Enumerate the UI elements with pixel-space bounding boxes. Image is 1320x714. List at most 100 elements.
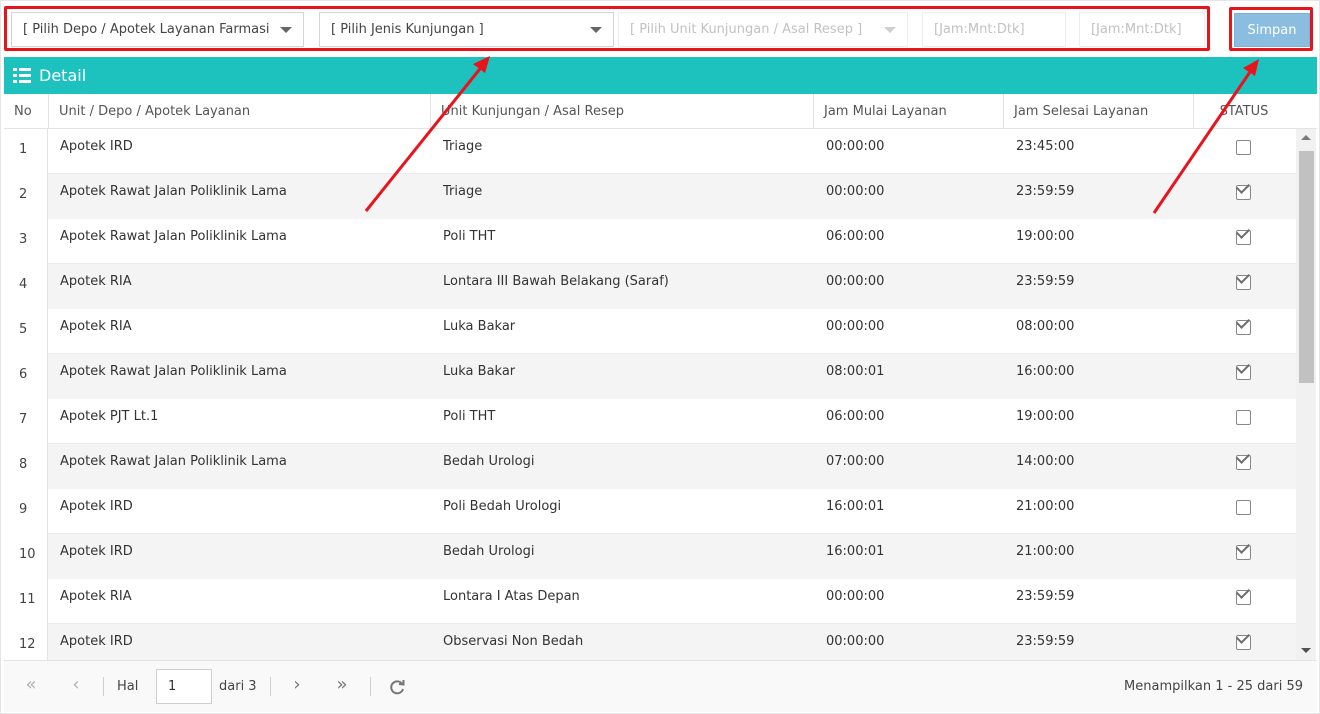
table-row[interactable]: 8 Apotek Rawat Jalan Poliklinik Lama Bed…: [4, 444, 1296, 489]
table-row[interactable]: 1 Apotek IRD Triage 00:00:00 23:45:00: [4, 129, 1296, 174]
chevron-down-icon: [280, 27, 292, 33]
row-cells: Apotek IRD Observasi Non Bedah 00:00:00 …: [48, 624, 1296, 660]
status-checkbox[interactable]: [1236, 455, 1251, 470]
cell-unit: Apotek IRD: [60, 634, 133, 649]
cell-kunjungan: Triage: [443, 184, 483, 199]
cell-unit: Apotek RIA: [60, 589, 132, 604]
cell-unit: Apotek IRD: [60, 499, 133, 514]
app-page: [ Pilih Depo / Apotek Layanan Farmasi ] …: [0, 0, 1320, 714]
row-number: 12: [4, 624, 48, 660]
table-row[interactable]: 10 Apotek IRD Bedah Urologi 16:00:01 21:…: [4, 534, 1296, 579]
detail-panel-header: Detail: [4, 57, 1317, 94]
cell-jam-selesai: 19:00:00: [1016, 229, 1075, 244]
status-checkbox[interactable]: [1236, 185, 1251, 200]
refresh-icon[interactable]: [388, 678, 406, 696]
cell-jam-mulai: 00:00:00: [826, 184, 885, 199]
cell-jam-selesai: 23:59:59: [1016, 274, 1075, 289]
row-cells: Apotek Rawat Jalan Poliklinik Lama Luka …: [48, 354, 1296, 399]
row-number: 7: [4, 399, 48, 444]
unit-kunjungan-value: [ Pilih Unit Kunjungan / Asal Resep ]: [630, 22, 863, 37]
row-number: 1: [4, 129, 48, 174]
table-row[interactable]: 2 Apotek Rawat Jalan Poliklinik Lama Tri…: [4, 174, 1296, 219]
col-header-status[interactable]: STATUS: [1194, 94, 1294, 129]
table-row[interactable]: 3 Apotek Rawat Jalan Poliklinik Lama Pol…: [4, 219, 1296, 264]
next-page-icon[interactable]: ›: [286, 675, 308, 697]
cell-kunjungan: Lontara I Atas Depan: [443, 589, 580, 604]
vertical-scrollbar[interactable]: [1296, 129, 1316, 660]
row-cells: Apotek RIA Lontara III Bawah Belakang (S…: [48, 264, 1296, 309]
row-cells: Apotek Rawat Jalan Poliklinik Lama Bedah…: [48, 444, 1296, 489]
cell-jam-selesai: 21:00:00: [1016, 499, 1075, 514]
table-row[interactable]: 12 Apotek IRD Observasi Non Bedah 00:00:…: [4, 624, 1296, 660]
cell-jam-selesai: 21:00:00: [1016, 544, 1075, 559]
row-cells: Apotek IRD Triage 00:00:00 23:45:00: [48, 129, 1296, 174]
cell-jam-selesai: 14:00:00: [1016, 454, 1075, 469]
status-checkbox[interactable]: [1236, 275, 1251, 290]
row-number: 10: [4, 534, 48, 579]
jam-selesai-input[interactable]: [Jam:Mnt:Dtk]: [1079, 12, 1205, 47]
pagination-bar: « ‹ Hal dari 3 › » Menampilkan 1 - 25 da…: [4, 660, 1317, 712]
jam-selesai-placeholder: [Jam:Mnt:Dtk]: [1091, 22, 1182, 37]
cell-kunjungan: Poli Bedah Urologi: [443, 499, 562, 514]
table-row[interactable]: 6 Apotek Rawat Jalan Poliklinik Lama Luk…: [4, 354, 1296, 399]
save-button[interactable]: Simpan: [1234, 13, 1310, 47]
jam-mulai-placeholder: [Jam:Mnt:Dtk]: [934, 22, 1025, 37]
unit-kunjungan-select[interactable]: [ Pilih Unit Kunjungan / Asal Resep ]: [618, 12, 908, 47]
table-row[interactable]: 11 Apotek RIA Lontara I Atas Depan 00:00…: [4, 579, 1296, 624]
table-row[interactable]: 5 Apotek RIA Luka Bakar 00:00:00 08:00:0…: [4, 309, 1296, 354]
scroll-down-arrow-icon[interactable]: [1301, 648, 1311, 653]
row-cells: Apotek RIA Luka Bakar 00:00:00 08:00:00: [48, 309, 1296, 354]
jenis-kunjungan-select[interactable]: [ Pilih Jenis Kunjungan ]: [319, 12, 614, 47]
table-header: No Unit / Depo / Apotek Layanan Unit Kun…: [4, 94, 1317, 129]
cell-unit: Apotek PJT Lt.1: [60, 409, 159, 424]
cell-jam-mulai: 00:00:00: [826, 634, 885, 649]
col-header-kunjungan[interactable]: Unit Kunjungan / Asal Resep: [431, 94, 814, 129]
cell-jam-mulai: 00:00:00: [826, 139, 885, 154]
cell-jam-selesai: 08:00:00: [1016, 319, 1075, 334]
prev-page-icon[interactable]: ‹: [65, 675, 87, 697]
page-number-input[interactable]: [156, 669, 212, 704]
scroll-up-arrow-icon[interactable]: [1301, 135, 1311, 140]
row-cells: Apotek IRD Bedah Urologi 16:00:01 21:00:…: [48, 534, 1296, 579]
row-number: 6: [4, 354, 48, 399]
row-number: 3: [4, 219, 48, 264]
table-row[interactable]: 7 Apotek PJT Lt.1 Poli THT 06:00:00 19:0…: [4, 399, 1296, 444]
status-checkbox[interactable]: [1236, 545, 1251, 560]
status-checkbox[interactable]: [1236, 500, 1251, 515]
status-checkbox[interactable]: [1236, 590, 1251, 605]
col-header-jam-selesai[interactable]: Jam Selesai Layanan: [1004, 94, 1194, 129]
last-page-icon[interactable]: »: [331, 675, 353, 697]
status-checkbox[interactable]: [1236, 320, 1251, 335]
col-header-jam-mulai[interactable]: Jam Mulai Layanan: [814, 94, 1004, 129]
list-icon: [13, 68, 31, 83]
table-row[interactable]: 9 Apotek IRD Poli Bedah Urologi 16:00:01…: [4, 489, 1296, 534]
cell-unit: Apotek Rawat Jalan Poliklinik Lama: [60, 454, 287, 469]
cell-unit: Apotek RIA: [60, 319, 132, 334]
status-checkbox[interactable]: [1236, 140, 1251, 155]
cell-jam-selesai: 23:59:59: [1016, 589, 1075, 604]
cell-jam-mulai: 16:00:01: [826, 499, 885, 514]
status-checkbox[interactable]: [1236, 410, 1251, 425]
col-header-unit[interactable]: Unit / Depo / Apotek Layanan: [49, 94, 431, 129]
col-header-no[interactable]: No: [4, 94, 49, 129]
status-checkbox[interactable]: [1236, 365, 1251, 380]
cell-kunjungan: Triage: [443, 139, 483, 154]
scrollbar-thumb[interactable]: [1299, 151, 1314, 383]
cell-unit: Apotek Rawat Jalan Poliklinik Lama: [60, 184, 287, 199]
chevron-down-icon: [590, 27, 602, 33]
cell-jam-mulai: 06:00:00: [826, 409, 885, 424]
cell-kunjungan: Lontara III Bawah Belakang (Saraf): [443, 274, 669, 289]
table-row[interactable]: 4 Apotek RIA Lontara III Bawah Belakang …: [4, 264, 1296, 309]
depo-select[interactable]: [ Pilih Depo / Apotek Layanan Farmasi ]: [11, 12, 304, 47]
cell-jam-mulai: 08:00:01: [826, 364, 885, 379]
row-cells: Apotek IRD Poli Bedah Urologi 16:00:01 2…: [48, 489, 1296, 534]
first-page-icon[interactable]: «: [20, 675, 42, 697]
jam-mulai-input[interactable]: [Jam:Mnt:Dtk]: [922, 12, 1066, 47]
status-checkbox[interactable]: [1236, 635, 1251, 650]
status-checkbox[interactable]: [1236, 230, 1251, 245]
row-number: 11: [4, 579, 48, 624]
cell-unit: Apotek RIA: [60, 274, 132, 289]
cell-unit: Apotek Rawat Jalan Poliklinik Lama: [60, 229, 287, 244]
row-cells: Apotek Rawat Jalan Poliklinik Lama Poli …: [48, 219, 1296, 264]
results-summary: Menampilkan 1 - 25 dari 59: [1124, 679, 1303, 694]
